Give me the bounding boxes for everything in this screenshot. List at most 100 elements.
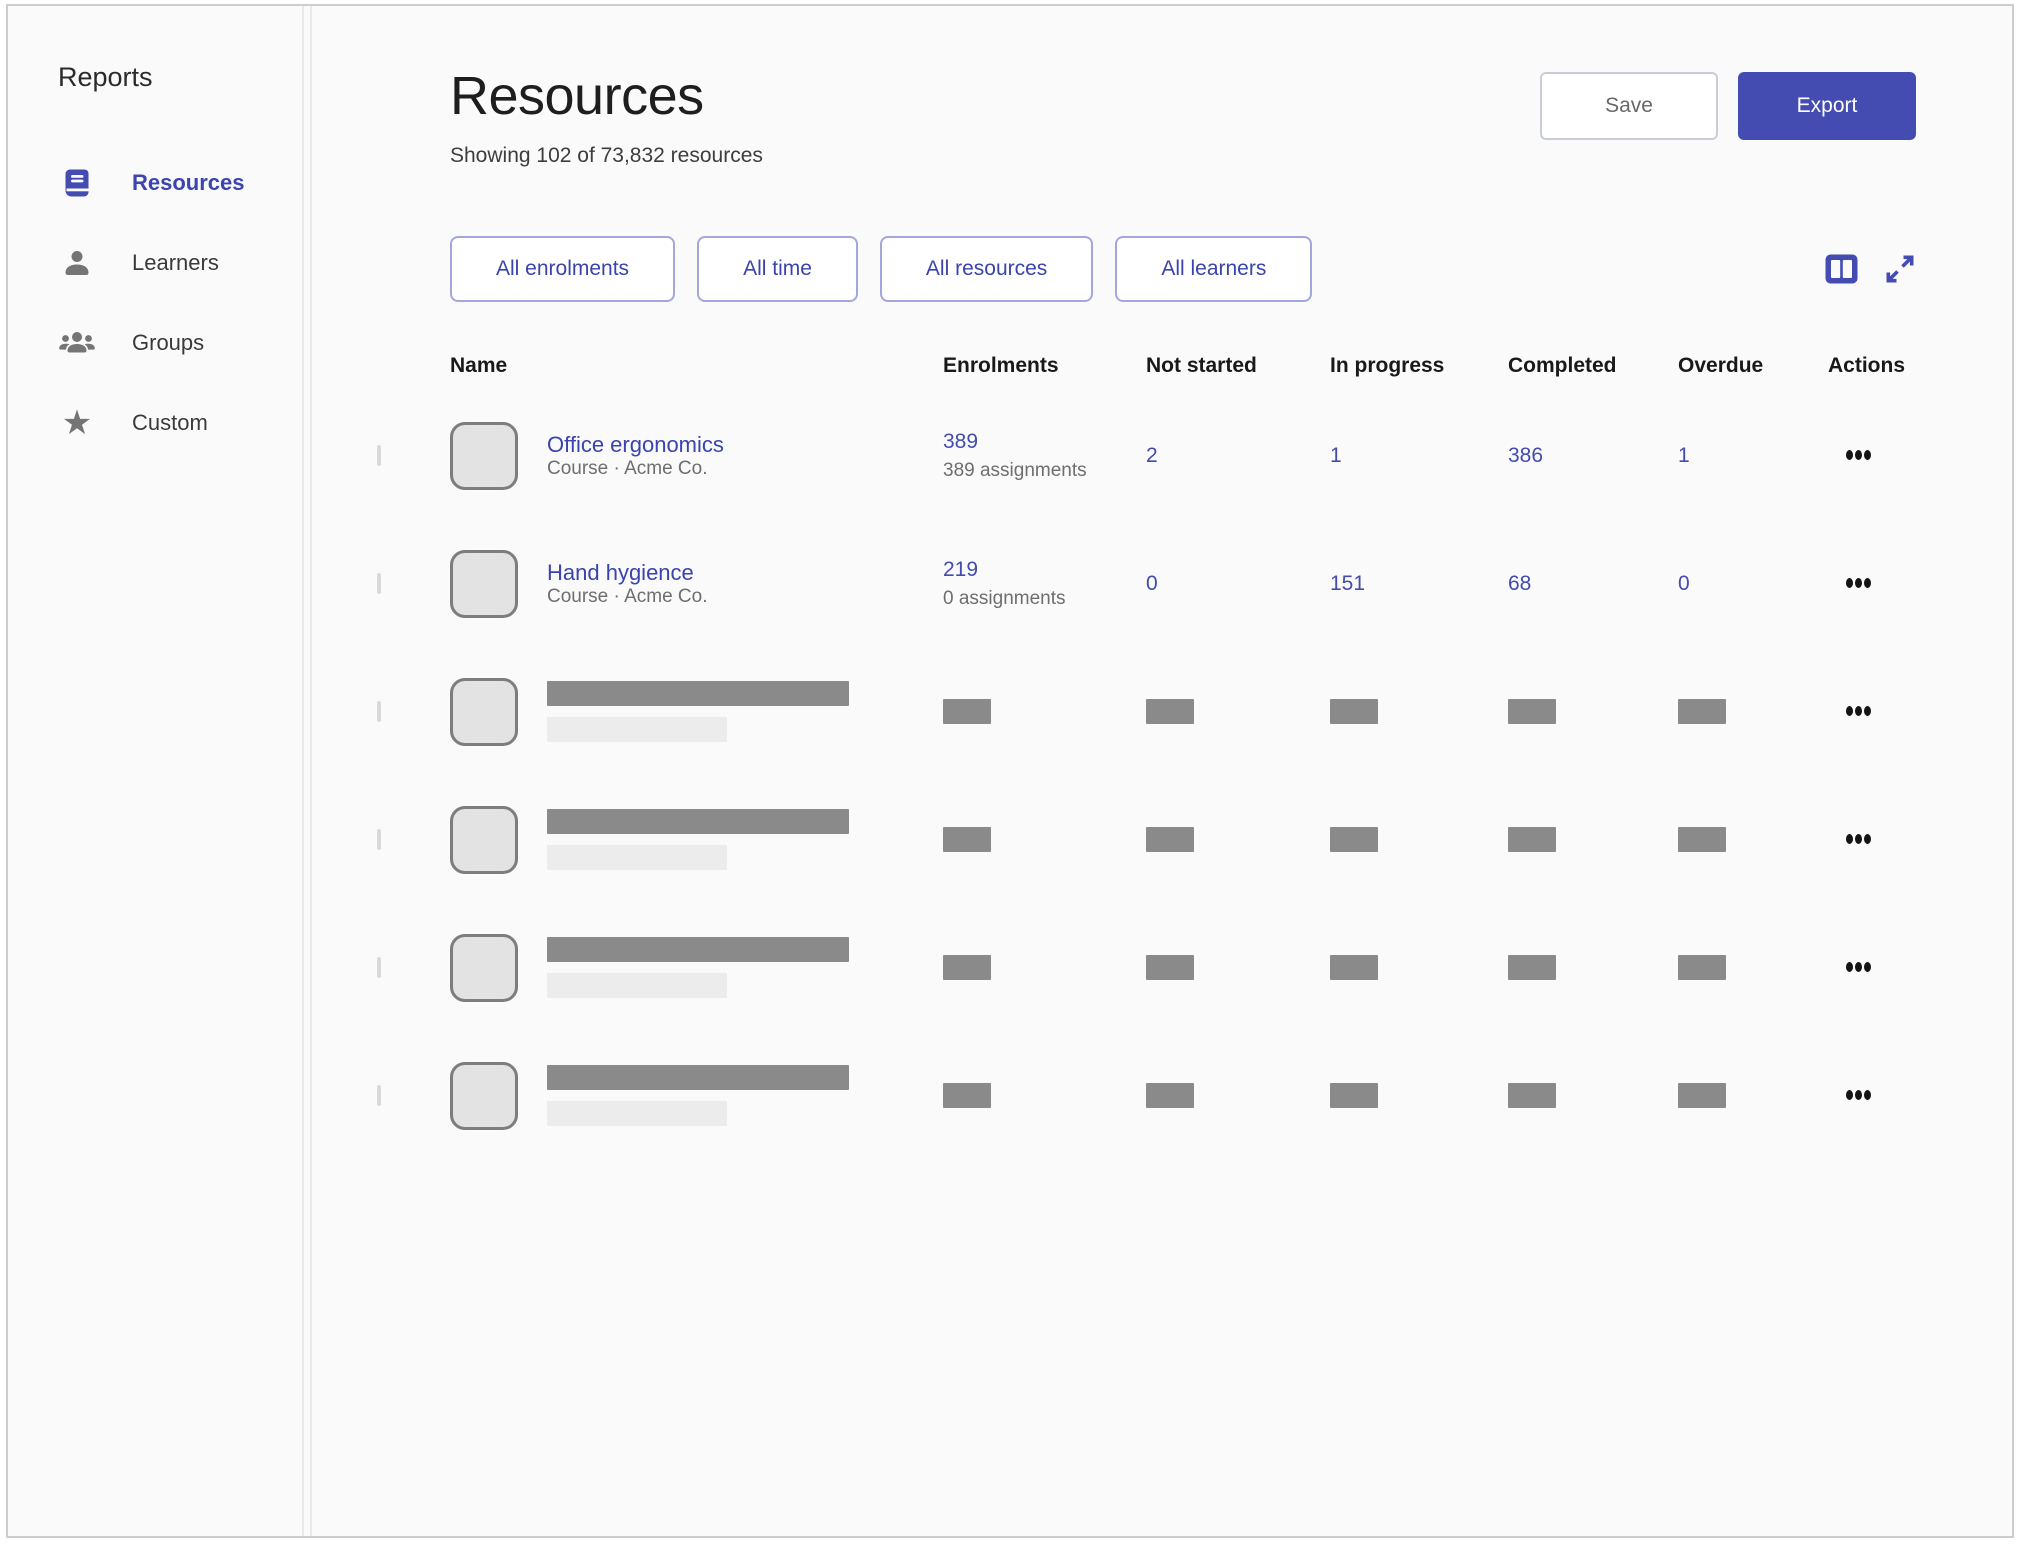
skeleton-bar-meta	[547, 717, 727, 742]
filter-enrolments[interactable]: All enrolments	[450, 236, 675, 302]
row-checkbox[interactable]	[377, 1085, 381, 1106]
column-header-actions: Actions	[1828, 354, 1916, 378]
sidebar-item-custom[interactable]: ★ Custom	[58, 383, 302, 463]
skeleton-bar-completed	[1508, 827, 1556, 852]
assignments-value: 389 assignments	[943, 460, 1146, 482]
skeleton-bar-in-progress	[1330, 1083, 1378, 1108]
resource-name-link[interactable]: Hand hygience	[547, 560, 708, 586]
completed-value[interactable]: 386	[1508, 444, 1543, 467]
table-row: Office ergonomics Course · Acme Co. 389 …	[377, 392, 1916, 520]
row-actions-menu-icon[interactable]	[1846, 962, 1871, 972]
sidebar: Reports Resources	[8, 6, 304, 1536]
name-cell-skeleton	[450, 678, 943, 746]
row-checkbox[interactable]	[377, 445, 381, 466]
resource-meta: Course · Acme Co.	[547, 458, 708, 479]
skeleton-bar-overdue	[1678, 699, 1726, 724]
page-header: Resources Showing 102 of 73,832 resource…	[377, 64, 1916, 168]
people-icon	[58, 328, 96, 358]
skeleton-bar-completed	[1508, 699, 1556, 724]
overdue-value[interactable]: 1	[1678, 444, 1690, 467]
column-header-enrolments: Enrolments	[943, 354, 1146, 378]
skeleton-bar-overdue	[1678, 1083, 1726, 1108]
expand-icon[interactable]	[1884, 253, 1916, 285]
sidebar-item-label: Groups	[132, 330, 204, 356]
sidebar-item-learners[interactable]: Learners	[58, 223, 302, 303]
header-buttons: Save Export	[1540, 72, 1916, 140]
resource-meta: Course · Acme Co.	[547, 586, 708, 607]
enrolments-value[interactable]: 389	[943, 430, 1146, 454]
name-cell-skeleton	[450, 1062, 943, 1130]
row-checkbox[interactable]	[377, 957, 381, 978]
resource-name-link[interactable]: Office ergonomics	[547, 432, 724, 458]
skeleton-bar-meta	[547, 973, 727, 998]
resource-thumbnail	[450, 934, 518, 1002]
skeleton-bar-enrolments	[943, 955, 991, 980]
skeleton-bar-not-started	[1146, 699, 1194, 724]
row-checkbox[interactable]	[377, 573, 381, 594]
column-header-in-progress: In progress	[1330, 354, 1508, 378]
not-started-value[interactable]: 0	[1146, 572, 1158, 595]
app-window: Reports Resources	[6, 4, 2014, 1538]
table-row-skeleton	[377, 776, 1916, 904]
sidebar-item-resources[interactable]: Resources	[58, 143, 302, 223]
skeleton-bar-title	[547, 937, 849, 962]
skeleton-bar-not-started	[1146, 955, 1194, 980]
sidebar-item-label: Learners	[132, 250, 219, 276]
name-cell-skeleton	[450, 806, 943, 874]
row-checkbox[interactable]	[377, 829, 381, 850]
row-actions-menu-icon[interactable]	[1846, 578, 1871, 588]
skeleton-bar-completed	[1508, 1083, 1556, 1108]
sidebar-item-groups[interactable]: Groups	[58, 303, 302, 383]
resource-thumbnail	[450, 806, 518, 874]
skeleton-bar-title	[547, 1065, 849, 1090]
resource-thumbnail	[450, 1062, 518, 1130]
main-panel: Resources Showing 102 of 73,832 resource…	[310, 6, 2012, 1536]
in-progress-value[interactable]: 1	[1330, 444, 1342, 467]
row-checkbox[interactable]	[377, 701, 381, 722]
row-actions-menu-icon[interactable]	[1846, 1090, 1871, 1100]
name-cell-skeleton	[450, 934, 943, 1002]
name-cell: Office ergonomics Course · Acme Co.	[450, 422, 943, 490]
enrolments-cell: 219 0 assignments	[943, 558, 1146, 610]
table-header: Name Enrolments Not started In progress …	[377, 354, 1916, 392]
skeleton-bar-overdue	[1678, 827, 1726, 852]
filter-resources[interactable]: All resources	[880, 236, 1093, 302]
filter-time[interactable]: All time	[697, 236, 858, 302]
save-button[interactable]: Save	[1540, 72, 1718, 140]
completed-value[interactable]: 68	[1508, 572, 1531, 595]
skeleton-bar-meta	[547, 1101, 727, 1126]
filter-learners[interactable]: All learners	[1115, 236, 1312, 302]
export-button[interactable]: Export	[1738, 72, 1916, 140]
resource-thumbnail	[450, 678, 518, 746]
skeleton-bar-in-progress	[1330, 955, 1378, 980]
star-icon: ★	[58, 406, 96, 440]
skeleton-bar-not-started	[1146, 1083, 1194, 1108]
enrolments-value[interactable]: 219	[943, 558, 1146, 582]
header-spacer	[377, 354, 450, 378]
column-header-completed: Completed	[1508, 354, 1678, 378]
resource-thumbnail	[450, 550, 518, 618]
resources-table: Name Enrolments Not started In progress …	[377, 354, 1916, 1160]
resource-thumbnail	[450, 422, 518, 490]
skeleton-bar-title	[547, 809, 849, 834]
columns-icon[interactable]	[1825, 254, 1858, 284]
assignments-value: 0 assignments	[943, 588, 1146, 610]
enrolments-cell: 389 389 assignments	[943, 430, 1146, 482]
row-actions-menu-icon[interactable]	[1846, 450, 1871, 460]
skeleton-bar-meta	[547, 845, 727, 870]
skeleton-bar-title	[547, 681, 849, 706]
title-wrap: Resources Showing 102 of 73,832 resource…	[450, 64, 763, 168]
results-count: Showing 102 of 73,832 resources	[450, 144, 763, 168]
not-started-value[interactable]: 2	[1146, 444, 1158, 467]
person-icon	[58, 248, 96, 278]
sidebar-nav: Resources Learners	[58, 143, 302, 463]
sidebar-item-label: Resources	[132, 170, 245, 196]
skeleton-bar-in-progress	[1330, 699, 1378, 724]
skeleton-bar-enrolments	[943, 699, 991, 724]
in-progress-value[interactable]: 151	[1330, 572, 1365, 595]
row-actions-menu-icon[interactable]	[1846, 706, 1871, 716]
overdue-value[interactable]: 0	[1678, 572, 1690, 595]
row-actions-menu-icon[interactable]	[1846, 834, 1871, 844]
page-title: Resources	[450, 64, 763, 130]
view-controls	[1825, 253, 1916, 285]
